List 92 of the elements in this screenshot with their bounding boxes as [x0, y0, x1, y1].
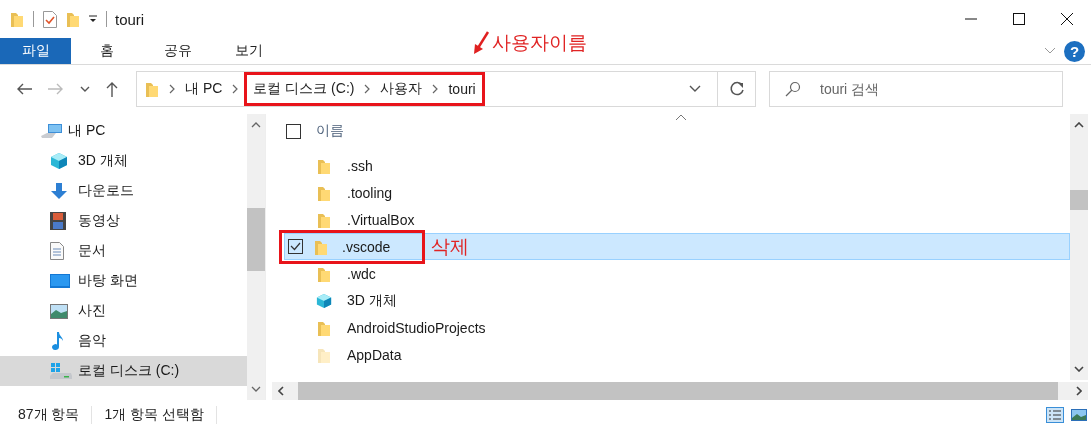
cube-icon [50, 152, 68, 170]
scroll-up-icon [251, 122, 261, 128]
column-header[interactable]: 이름 [316, 122, 344, 140]
scrollbar-thumb[interactable] [1070, 190, 1088, 210]
maximize-icon [1013, 13, 1025, 25]
status-text: 1개 항목 선택함 [104, 406, 218, 424]
folder-icon [314, 238, 328, 255]
file-name[interactable]: AppData [347, 346, 402, 363]
chevron-icon[interactable] [364, 84, 371, 94]
search-icon [785, 81, 801, 97]
landscape-icon [50, 303, 68, 319]
file-name[interactable]: AndroidStudioProjects [347, 319, 486, 336]
folder-icon [317, 211, 331, 228]
down-arrow-icon [50, 182, 68, 200]
folder-icon [145, 81, 159, 97]
properties-icon[interactable] [43, 10, 57, 28]
ribbon-tab[interactable]: 파일 [0, 38, 71, 64]
file-row[interactable]: .VirtualBox [272, 206, 1070, 233]
folder-icon [10, 11, 24, 27]
breadcrumb[interactable]: touri [448, 81, 476, 97]
annotation-text: 삭제 [431, 234, 470, 259]
drive-icon [50, 362, 72, 380]
document-icon [50, 242, 64, 260]
close-icon [1061, 13, 1073, 25]
nav-item[interactable]: 문서 [0, 236, 247, 266]
search-field[interactable]: touri 검색 [769, 71, 1063, 107]
file-row[interactable]: 3D 개체 [272, 287, 1070, 314]
breadcrumb[interactable]: 사용자 [380, 80, 423, 98]
file-row[interactable]: .tooling [272, 179, 1070, 206]
monitor-icon [50, 274, 70, 288]
window-title: touri [115, 10, 145, 28]
folder-icon [317, 346, 331, 363]
status-text: 87개 항목 [18, 406, 93, 424]
file-name[interactable]: 3D 개체 [347, 291, 397, 310]
nav-item[interactable]: 동영상 [0, 206, 247, 236]
cube-icon [316, 291, 332, 310]
file-name[interactable]: .vscode [342, 238, 391, 255]
thumbnails-view-icon[interactable] [1070, 407, 1088, 423]
folder-icon [317, 265, 331, 282]
nav-item[interactable]: 바탕 화면 [0, 266, 247, 296]
film-icon [50, 212, 66, 230]
help-button[interactable]: ? [1064, 40, 1085, 62]
scrollbar-thumb[interactable] [247, 208, 265, 271]
file-name[interactable]: .VirtualBox [347, 211, 415, 228]
refresh-button[interactable] [718, 71, 756, 107]
nav-item[interactable]: 사진 [0, 296, 247, 326]
file-row[interactable]: .ssh [272, 152, 1070, 179]
nav-item[interactable]: 다운로드 [0, 176, 247, 206]
scrollbar[interactable] [1070, 114, 1088, 380]
music-note-icon [50, 331, 64, 351]
scrollbar[interactable] [247, 114, 265, 400]
breadcrumb[interactable]: 로컬 디스크 (C:) [253, 80, 355, 98]
check-icon [290, 242, 301, 251]
ribbon-tab[interactable]: 보기 [213, 38, 284, 64]
scroll-down-icon [1074, 366, 1084, 372]
scroll-up-icon [1074, 122, 1084, 128]
computer-icon [40, 123, 64, 139]
chevron-icon[interactable] [169, 84, 175, 94]
expand-ribbon-icon[interactable] [1044, 47, 1056, 55]
folder-icon [317, 157, 331, 174]
breadcrumb[interactable]: 내 PC [185, 80, 223, 98]
nav-item[interactable]: 음악 [0, 326, 247, 356]
dropdown-icon[interactable] [689, 85, 701, 93]
annotation-arrow [472, 30, 490, 54]
recent-dropdown-icon[interactable] [80, 86, 90, 92]
folder-icon [317, 319, 331, 336]
chevron-icon[interactable] [432, 84, 439, 94]
scroll-left-icon [278, 386, 284, 396]
file-row[interactable]: AndroidStudioProjects [272, 314, 1070, 341]
nav-item[interactable]: 로컬 디스크 (C:) [0, 356, 247, 386]
nav-item[interactable]: 3D 개체 [0, 146, 247, 176]
file-name[interactable]: .tooling [347, 184, 393, 201]
back-icon[interactable] [16, 83, 32, 95]
refresh-icon [728, 81, 745, 97]
nav-item[interactable]: 내 PC [0, 116, 247, 146]
folder-icon [66, 11, 80, 27]
scroll-down-icon [251, 386, 261, 392]
chevron-icon[interactable] [232, 84, 239, 94]
file-row[interactable]: .wdc [272, 260, 1070, 287]
up-arrow-icon[interactable] [106, 81, 118, 97]
file-name[interactable]: .wdc [347, 265, 376, 282]
folder-icon [317, 184, 331, 201]
file-row[interactable]: AppData [272, 341, 1070, 368]
scroll-right-icon [1076, 386, 1082, 396]
annotation-text: 사용자이름 [492, 31, 587, 55]
checkbox[interactable] [288, 239, 303, 254]
sort-caret-icon[interactable] [675, 114, 687, 121]
file-name[interactable]: .ssh [347, 157, 373, 174]
dropdown-icon[interactable] [89, 15, 97, 23]
ribbon-tab[interactable]: 공유 [142, 38, 213, 64]
checkbox[interactable] [286, 123, 301, 139]
details-view-icon[interactable] [1046, 407, 1064, 423]
